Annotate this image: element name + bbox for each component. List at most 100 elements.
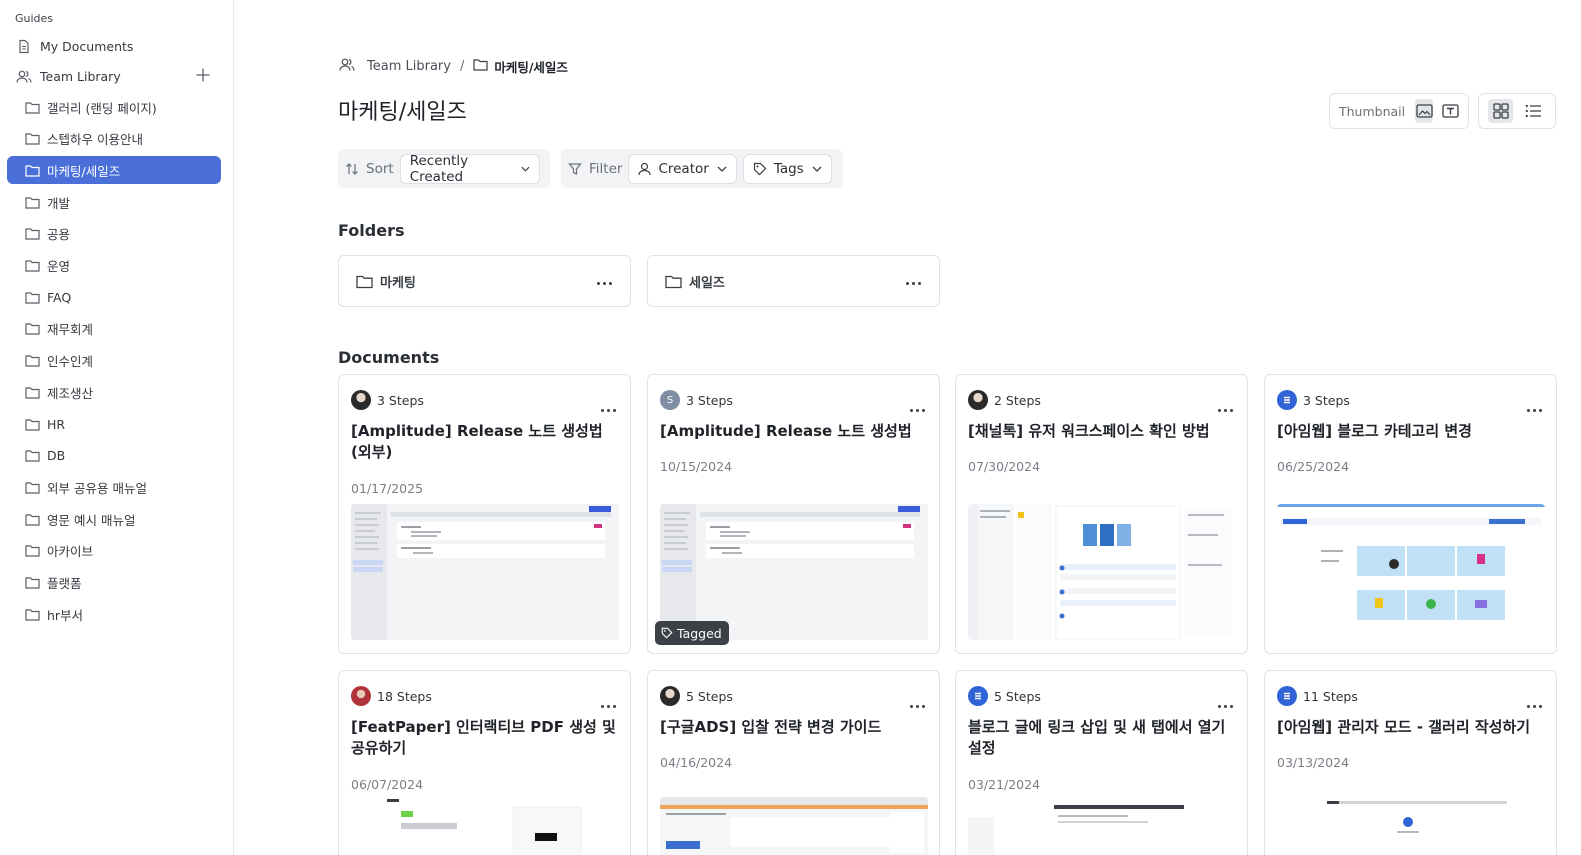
sidebar-folder-item[interactable]: 갤러리 (랜딩 페이지) [7, 93, 221, 121]
folder-card-sales[interactable]: 세일즈 [647, 255, 940, 307]
document-meta: 11 Steps [1277, 686, 1358, 706]
sidebar-folder-item[interactable]: HR [7, 410, 221, 438]
creator-avatar [968, 686, 988, 706]
add-icon[interactable] [195, 67, 211, 86]
document-card[interactable]: S 3 Steps [Amplitude] Release 노트 생성법 10/15/… [647, 374, 940, 654]
thumbnail-mode-toggle: Thumbnail [1329, 93, 1469, 129]
more-options-icon[interactable] [601, 397, 616, 416]
document-title[interactable]: [구글ADS] 입찰 전략 변경 가이드 [660, 717, 925, 738]
sidebar-folder-item[interactable]: 영문 예시 매뉴얼 [7, 505, 221, 533]
sidebar-folder-item[interactable]: hr부서 [7, 600, 221, 628]
creator-avatar [351, 686, 371, 706]
image-thumbnail-button[interactable] [1415, 99, 1434, 123]
step-count: 5 Steps [686, 688, 733, 704]
tags-dropdown[interactable]: Tags [742, 153, 832, 184]
sidebar-folder-item[interactable]: 플랫폼 [7, 569, 221, 597]
sidebar-folder-item[interactable]: 공용 [7, 220, 221, 248]
document-thumbnail [660, 797, 928, 855]
text-thumbnail-button[interactable] [1441, 99, 1459, 123]
document-title[interactable]: 블로그 글에 링크 삽입 및 새 탭에서 열기 설정 [968, 717, 1233, 759]
document-title[interactable]: [아임웹] 관리자 모드 - 갤러리 작성하기 [1277, 717, 1542, 738]
document-title[interactable]: [FeatPaper] 인터랙티브 PDF 생성 및 공유하기 [351, 717, 616, 759]
step-count: 5 Steps [994, 688, 1041, 704]
document-title[interactable]: [아임웹] 블로그 카테고리 변경 [1277, 421, 1542, 442]
folder-icon [24, 226, 40, 242]
creator-avatar [1277, 390, 1297, 410]
more-options-icon[interactable] [601, 693, 616, 712]
sidebar-folder-item[interactable]: 운영 [7, 252, 221, 280]
creator-dropdown[interactable]: Creator [628, 153, 737, 184]
sidebar-folder-item[interactable]: DB [7, 442, 221, 470]
document-date: 04/16/2024 [660, 755, 733, 770]
grid-view-button[interactable] [1488, 99, 1513, 123]
sidebar-folder-item[interactable]: 제조생산 [7, 378, 221, 406]
document-card[interactable]: 11 Steps [아임웹] 관리자 모드 - 갤러리 작성하기 03/13/202… [1264, 670, 1557, 855]
folder-icon [473, 58, 494, 75]
grid-icon [1492, 103, 1509, 119]
sidebar-item-team-library[interactable]: Team Library [7, 62, 221, 90]
document-date: 07/30/2024 [968, 459, 1041, 474]
document-card[interactable]: 5 Steps [구글ADS] 입찰 전략 변경 가이드 04/16/2024 [647, 670, 940, 855]
more-options-icon[interactable] [1218, 693, 1233, 712]
sidebar-folder-item[interactable]: FAQ [7, 283, 221, 311]
more-options-icon[interactable] [597, 274, 612, 289]
breadcrumb: Team Library / 마케팅/세일즈 [339, 56, 568, 76]
filter-toolbar: Filter Creator Tags [561, 149, 843, 188]
more-options-icon[interactable] [910, 693, 925, 712]
sort-icon [346, 162, 358, 175]
tag-icon [661, 627, 673, 639]
more-options-icon[interactable] [1218, 397, 1233, 416]
document-card[interactable]: 2 Steps [채널톡] 유저 워크스페이스 확인 방법 07/30/2024 [955, 374, 1248, 654]
document-date: 06/25/2024 [1277, 459, 1350, 474]
sort-dropdown[interactable]: Recently Created [399, 153, 540, 185]
sidebar-folder-item[interactable]: 스텝하우 이용안내 [7, 125, 221, 153]
creator-avatar [968, 390, 988, 410]
text-icon [1441, 104, 1459, 118]
creator-avatar [1277, 686, 1297, 706]
document-title[interactable]: [Amplitude] Release 노트 생성법 [660, 421, 925, 442]
breadcrumb-current: 마케팅/세일즈 [494, 59, 568, 75]
chevron-down-icon [717, 166, 727, 172]
document-thumbnail [968, 504, 1236, 640]
folder-icon [24, 194, 40, 210]
document-card[interactable]: 3 Steps [아임웹] 블로그 카테고리 변경 06/25/2024 [1264, 374, 1557, 654]
document-card[interactable]: 5 Steps 블로그 글에 링크 삽입 및 새 탭에서 열기 설정 03/21/2… [955, 670, 1248, 855]
breadcrumb-root-link[interactable]: Team Library [367, 59, 451, 74]
creator-avatar: S [660, 390, 680, 410]
list-view-button[interactable] [1521, 99, 1546, 123]
more-options-icon[interactable] [906, 274, 921, 289]
document-title[interactable]: [채널톡] 유저 워크스페이스 확인 방법 [968, 421, 1233, 442]
document-card[interactable]: 3 Steps [Amplitude] Release 노트 생성법 (외부) 01… [338, 374, 631, 654]
creator-avatar [660, 686, 680, 706]
sidebar-folder-item[interactable]: 재무회계 [7, 315, 221, 343]
sidebar-item-my-documents[interactable]: My Documents [7, 32, 221, 60]
sidebar-folder-item[interactable]: 개발 [7, 188, 221, 216]
creator-label: Creator [658, 160, 709, 177]
sidebar: Guides My Documents Team Library 갤러리 (랜딩… [0, 0, 234, 855]
step-count: 3 Steps [377, 392, 424, 408]
sidebar-folder-item[interactable]: 아카이브 [7, 537, 221, 565]
more-options-icon[interactable] [1527, 397, 1542, 416]
folder-icon [24, 606, 40, 622]
document-title[interactable]: [Amplitude] Release 노트 생성법 (외부) [351, 421, 616, 463]
document-card[interactable]: 18 Steps [FeatPaper] 인터랙티브 PDF 생성 및 공유하기 0… [338, 670, 631, 855]
folder-icon [24, 416, 40, 432]
sidebar-folder-label: 플랫폼 [47, 576, 82, 591]
sidebar-folder-item[interactable]: 외부 공유용 매뉴얼 [7, 473, 221, 501]
folder-icon [665, 275, 682, 288]
more-options-icon[interactable] [910, 397, 925, 416]
document-thumbnail [351, 797, 619, 855]
tags-label: Tags [773, 160, 804, 177]
folder-icon [24, 131, 40, 147]
team-icon [16, 68, 32, 84]
document-meta: 5 Steps [968, 686, 1041, 706]
user-icon [638, 162, 652, 175]
sidebar-folder-item[interactable]: 인수인계 [7, 347, 221, 375]
folder-card-marketing[interactable]: 마케팅 [338, 255, 631, 307]
folder-icon [24, 99, 40, 115]
thumbnail-label: Thumbnail [1339, 103, 1406, 119]
step-count: 3 Steps [686, 392, 733, 408]
sidebar-folder-item[interactable]: 마케팅/세일즈 [7, 156, 221, 185]
more-options-icon[interactable] [1527, 693, 1542, 712]
sidebar-folder-label: 스텝하우 이용안내 [47, 132, 143, 148]
